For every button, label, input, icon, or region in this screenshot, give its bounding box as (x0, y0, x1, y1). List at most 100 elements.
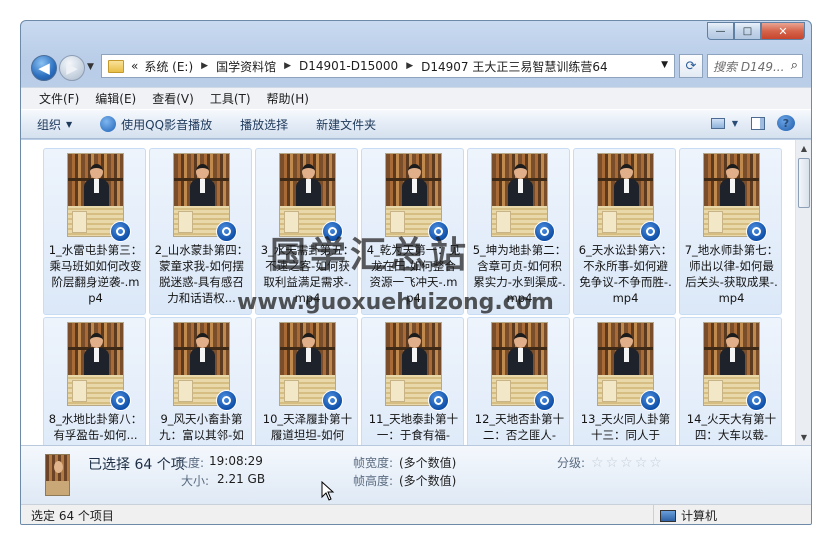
size-label: 大小: (181, 474, 210, 488)
scroll-down-icon[interactable]: ▼ (796, 429, 811, 445)
star-icon[interactable]: ☆ (635, 455, 648, 471)
address-dropdown-icon[interactable]: ▼ (661, 60, 668, 70)
star-icon[interactable]: ☆ (606, 455, 619, 471)
address-bar[interactable]: « 系统 (E:) ▶ 国学资料馆 ▶ D14901-D15000 ▶ D149… (101, 54, 675, 78)
status-location-label: 计算机 (681, 509, 718, 523)
breadcrumb-folder-2[interactable]: D14901-D15000 (296, 59, 401, 73)
qq-player-icon (428, 390, 449, 411)
view-icon (711, 117, 725, 129)
view-options-button[interactable] (709, 115, 727, 131)
search-input[interactable]: 搜索 D149... ⌕ (707, 54, 803, 78)
rating-label: 分级: (557, 456, 586, 470)
qq-player-icon (534, 221, 555, 242)
file-item[interactable]: 9_风天小畜卦第九：富以其邻-如何... (149, 317, 252, 445)
computer-icon (660, 509, 676, 522)
selection-count: 已选择 64 个项 (88, 457, 185, 473)
chevron-down-icon: ▼ (66, 119, 73, 129)
menu-file[interactable]: 文件(F) (31, 90, 87, 107)
search-placeholder: 搜索 D149... (713, 59, 785, 74)
frame-height-label: 帧高度: (353, 474, 394, 488)
star-icon[interactable]: ☆ (649, 455, 662, 471)
file-name: 8_水地比卦第八：有孚盈缶-如何... (48, 412, 143, 442)
length-label: 长度: (176, 456, 205, 470)
file-item[interactable]: 13_天火同人卦第十三：同人于郊-... (573, 317, 676, 445)
forward-button[interactable]: ▶ (59, 55, 85, 81)
file-item[interactable]: 12_天地否卦第十二：否之匪人-如... (467, 317, 570, 445)
organize-button[interactable]: 组织 ▼ (37, 116, 72, 133)
vertical-scrollbar[interactable]: ▲ ▼ (795, 140, 811, 445)
file-name: 6_天水讼卦第六：不永所事-如何避免争议-不争而胜-.mp4 (578, 243, 673, 305)
close-button[interactable]: ✕ (761, 22, 805, 40)
file-name: 10_天泽履卦第十履道坦坦-如何保... (262, 412, 353, 445)
back-button[interactable]: ◀ (31, 55, 57, 81)
menu-bar: 文件(F) 编辑(E) 查看(V) 工具(T) 帮助(H) (21, 87, 811, 109)
qq-player-icon (746, 390, 767, 411)
file-name: 7_地水师卦第七：师出以律-如何最后关头-获取成果-.mp4 (684, 243, 779, 305)
file-item[interactable]: 6_天水讼卦第六：不永所事-如何避免争议-不争而胜-.mp4 (573, 148, 676, 315)
frame-width-value: (多个数值) (399, 456, 457, 470)
search-icon[interactable]: ⌕ (791, 58, 798, 73)
frame-width-label: 帧宽度: (353, 456, 394, 470)
command-bar-right: ▼ ? (699, 115, 795, 131)
menu-tools[interactable]: 工具(T) (202, 90, 259, 107)
file-item[interactable]: 8_水地比卦第八：有孚盈缶-如何... (43, 317, 146, 445)
star-icon[interactable]: ☆ (591, 455, 604, 471)
scroll-thumb[interactable] (798, 158, 810, 208)
file-item[interactable]: 11_天地泰卦第十一：于食有福-如... (361, 317, 464, 445)
command-bar: 组织 ▼ 使用QQ影音播放 播放选择 新建文件夹 ▼ ? (21, 109, 811, 139)
organize-label: 组织 (37, 117, 62, 132)
status-location: 计算机 (653, 505, 718, 524)
file-name: 13_天火同人卦第十三：同人于郊-... (580, 412, 671, 445)
qq-player-icon (216, 390, 237, 411)
play-selection-button[interactable]: 播放选择 (240, 116, 288, 133)
star-icon[interactable]: ☆ (620, 455, 633, 471)
file-name: 11_天地泰卦第十一：于食有福-如... (368, 412, 459, 445)
maximize-button[interactable]: □ (734, 22, 761, 40)
qq-player-icon (534, 390, 555, 411)
window-controls: — □ ✕ (707, 22, 805, 40)
new-folder-button[interactable]: 新建文件夹 (316, 116, 376, 133)
length-value: 19:08:29 (209, 454, 263, 468)
qq-player-icon (640, 221, 661, 242)
navigation-row: ◀ ▶ ▼ « 系统 (E:) ▶ 国学资料馆 ▶ D14901-D15000 … (21, 51, 811, 87)
minimize-button[interactable]: — (707, 22, 734, 40)
recent-pages-dropdown[interactable]: ▼ (87, 62, 94, 72)
qq-player-icon (100, 116, 117, 132)
file-name: 2_山水蒙卦第四：蒙童求我-如何摆脱迷惑-具有感召力和话语权... (154, 243, 249, 305)
play-with-qq-label: 使用QQ影音播放 (121, 117, 213, 132)
new-folder-label: 新建文件夹 (316, 117, 377, 132)
help-icon[interactable]: ? (777, 115, 795, 131)
breadcrumb-folder-1[interactable]: 国学资料馆 (213, 58, 279, 75)
play-with-qq-button[interactable]: 使用QQ影音播放 (100, 116, 212, 133)
scroll-up-icon[interactable]: ▲ (796, 140, 811, 156)
breadcrumb-current-folder[interactable]: D14907 王大正三易智慧训练营64 (418, 58, 611, 75)
menu-view[interactable]: 查看(V) (144, 90, 202, 107)
folder-icon (108, 59, 124, 73)
file-item[interactable]: 14_火天大有第十四：大车以载-如... (679, 317, 782, 445)
view-dropdown-icon[interactable]: ▼ (731, 115, 739, 131)
preview-pane-icon (751, 116, 765, 130)
preview-pane-button[interactable] (749, 115, 767, 131)
qq-player-icon (216, 221, 237, 242)
selection-thumbnail (45, 454, 70, 496)
refresh-button[interactable]: ⟳ (679, 54, 703, 78)
breadcrumb-separator-icon[interactable]: ▶ (279, 61, 296, 71)
qq-player-icon (322, 390, 343, 411)
rating-stars[interactable]: ☆ ☆ ☆ ☆ ☆ (591, 455, 664, 471)
play-selection-label: 播放选择 (240, 117, 289, 132)
size-value: 2.21 GB (217, 472, 266, 486)
breadcrumb-drive[interactable]: 系统 (E:) (141, 58, 196, 75)
file-item[interactable]: 1_水雷屯卦第三：乘马班如如何改变阶层翻身逆袭-.mp4 (43, 148, 146, 315)
breadcrumb-separator-icon[interactable]: ▶ (401, 61, 418, 71)
menu-help[interactable]: 帮助(H) (259, 90, 317, 107)
qq-player-icon (110, 390, 131, 411)
breadcrumb-separator-icon[interactable]: ▶ (196, 61, 213, 71)
breadcrumb-overflow[interactable]: « (128, 59, 141, 73)
status-bar: 选定 64 个项目 计算机 (21, 504, 811, 524)
file-item[interactable]: 10_天泽履卦第十履道坦坦-如何保... (255, 317, 358, 445)
menu-edit[interactable]: 编辑(E) (87, 90, 144, 107)
watermark-url: www.guoxuehuizong.com (237, 290, 554, 315)
qq-player-icon (746, 221, 767, 242)
file-item[interactable]: 7_地水师卦第七：师出以律-如何最后关头-获取成果-.mp4 (679, 148, 782, 315)
details-pane: 已选择 64 个项 长度: 19:08:29 大小: 2.21 GB 帧宽度: … (21, 445, 811, 504)
